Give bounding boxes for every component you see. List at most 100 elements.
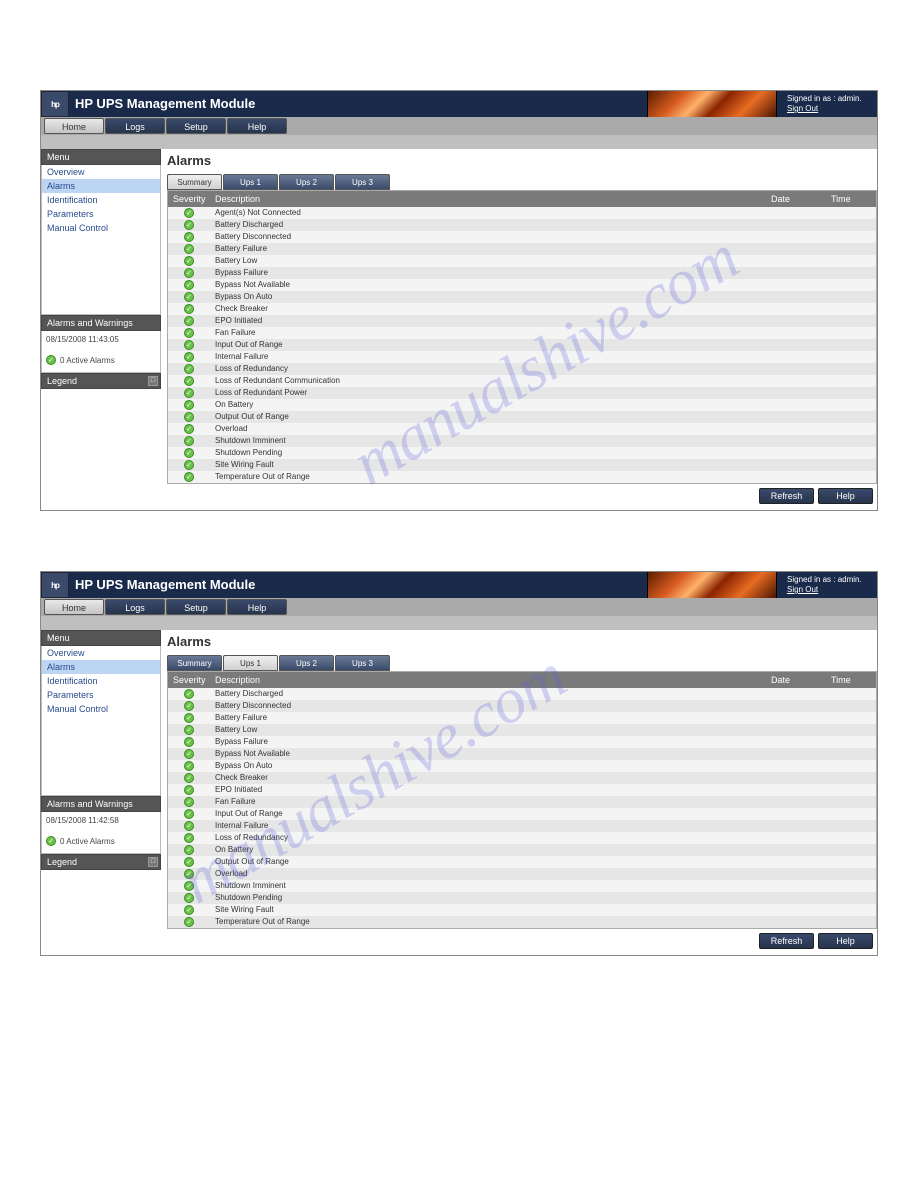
alarm-row[interactable]: ✓Battery Disconnected [168, 700, 876, 712]
nav-tab-help[interactable]: Help [227, 599, 287, 615]
signout-link[interactable]: Sign Out [787, 104, 867, 114]
alarm-row[interactable]: ✓On Battery [168, 844, 876, 856]
legend-header[interactable]: Legend□ [41, 373, 161, 389]
legend-header[interactable]: Legend□ [41, 854, 161, 870]
date-cell [766, 231, 826, 243]
description-cell: Battery Failure [210, 243, 766, 255]
alarm-row[interactable]: ✓Battery Failure [168, 243, 876, 255]
help-button[interactable]: Help [818, 488, 873, 504]
alarm-row[interactable]: ✓Agent(s) Not Connected [168, 207, 876, 219]
alarm-row[interactable]: ✓Bypass Failure [168, 267, 876, 279]
alarm-row[interactable]: ✓Overload [168, 423, 876, 435]
alarm-row[interactable]: ✓Input Out of Range [168, 808, 876, 820]
refresh-button[interactable]: Refresh [759, 488, 814, 504]
alarm-row[interactable]: ✓Fan Failure [168, 327, 876, 339]
signout-link[interactable]: Sign Out [787, 585, 867, 595]
menu-item-parameters[interactable]: Parameters [42, 207, 160, 221]
alarm-row[interactable]: ✓Output Out of Range [168, 411, 876, 423]
alarm-row[interactable]: ✓Battery Low [168, 255, 876, 267]
alarm-row[interactable]: ✓Bypass On Auto [168, 760, 876, 772]
menu-item-identification[interactable]: Identification [42, 193, 160, 207]
help-button[interactable]: Help [818, 933, 873, 949]
ok-icon: ✓ [184, 797, 194, 807]
alarm-row[interactable]: ✓Internal Failure [168, 820, 876, 832]
severity-cell: ✓ [168, 724, 210, 736]
alarm-row[interactable]: ✓Shutdown Pending [168, 892, 876, 904]
time-cell [826, 868, 876, 880]
subtab-ups-3[interactable]: Ups 3 [335, 655, 390, 671]
alarm-row[interactable]: ✓ Fan Failure [168, 796, 876, 808]
alarm-row[interactable]: ✓Bypass On Auto [168, 291, 876, 303]
alarm-row[interactable]: ✓Shutdown Pending [168, 447, 876, 459]
subtab-summary[interactable]: Summary [167, 174, 222, 190]
alarm-row[interactable]: ✓Loss of Redundant Communication [168, 375, 876, 387]
menu-item-alarms[interactable]: Alarms [42, 179, 160, 193]
alarm-row[interactable]: ✓Check Breaker [168, 303, 876, 315]
description-cell: Fan Failure [210, 327, 766, 339]
severity-cell: ✓ [168, 375, 210, 387]
alarm-row[interactable]: ✓On Battery [168, 399, 876, 411]
menu-item-manual-control[interactable]: Manual Control [42, 702, 160, 716]
expand-icon[interactable]: □ [148, 376, 158, 386]
alarm-row[interactable]: ✓Bypass Not Available [168, 279, 876, 291]
nav-tab-home[interactable]: Home [44, 599, 104, 615]
subtab-ups-3[interactable]: Ups 3 [335, 174, 390, 190]
alarm-row[interactable]: ✓Battery Discharged [168, 219, 876, 231]
subtab-ups-2[interactable]: Ups 2 [279, 174, 334, 190]
alarm-row[interactable]: ✓Output Out of Range [168, 856, 876, 868]
nav-tab-home[interactable]: Home [44, 118, 104, 134]
date-cell [766, 291, 826, 303]
alarm-row[interactable]: ✓Shutdown Imminent [168, 880, 876, 892]
refresh-button[interactable]: Refresh [759, 933, 814, 949]
subtab-ups-2[interactable]: Ups 2 [279, 655, 334, 671]
menu-item-alarms[interactable]: Alarms [42, 660, 160, 674]
expand-icon[interactable]: □ [148, 857, 158, 867]
subtab-ups-1[interactable]: Ups 1 [223, 655, 278, 671]
page-title: Alarms [167, 149, 877, 174]
alarm-row[interactable]: ✓EPO Initiated [168, 784, 876, 796]
severity-cell: ✓ [168, 447, 210, 459]
alarm-row[interactable]: ✓Bypass Not Available [168, 748, 876, 760]
nav-tab-logs[interactable]: Logs [105, 599, 165, 615]
alarm-row[interactable]: ✓Shutdown Imminent [168, 435, 876, 447]
alarm-row[interactable]: ✓Internal Failure [168, 351, 876, 363]
nav-tab-logs[interactable]: Logs [105, 118, 165, 134]
alarm-row[interactable]: ✓EPO Initiated [168, 315, 876, 327]
description-cell: Check Breaker [210, 303, 766, 315]
description-cell: Battery Disconnected [210, 700, 766, 712]
alarm-row[interactable]: ✓Loss of Redundancy [168, 832, 876, 844]
alarm-row[interactable]: ✓Check Breaker [168, 772, 876, 784]
menu-item-parameters[interactable]: Parameters [42, 688, 160, 702]
alarm-row[interactable]: ✓Input Out of Range [168, 339, 876, 351]
severity-cell: ✓ [168, 916, 210, 928]
subtab-summary[interactable]: Summary [167, 655, 222, 671]
nav-tab-help[interactable]: Help [227, 118, 287, 134]
menu-item-manual-control[interactable]: Manual Control [42, 221, 160, 235]
subtabs: SummaryUps 1Ups 2Ups 3 [167, 174, 877, 190]
col-severity: Severity [168, 672, 210, 688]
alarm-row[interactable]: ✓Bypass Failure [168, 736, 876, 748]
alarm-row[interactable]: ✓Loss of Redundant Power [168, 387, 876, 399]
ok-icon: ✓ [184, 412, 194, 422]
time-cell [826, 820, 876, 832]
time-cell [826, 808, 876, 820]
subtab-ups-1[interactable]: Ups 1 [223, 174, 278, 190]
nav-tab-setup[interactable]: Setup [166, 118, 226, 134]
sidebar: MenuOverviewAlarmsIdentificationParamete… [41, 149, 161, 389]
alarm-row[interactable]: ✓Site Wiring Fault [168, 459, 876, 471]
alarm-row[interactable]: ✓Battery Disconnected [168, 231, 876, 243]
menu-item-overview[interactable]: Overview [42, 646, 160, 660]
nav-tab-setup[interactable]: Setup [166, 599, 226, 615]
alarm-row[interactable]: ✓Battery Discharged [168, 688, 876, 700]
alarm-row[interactable]: ✓Overload [168, 868, 876, 880]
alarm-row[interactable]: ✓Battery Failure [168, 712, 876, 724]
time-cell [826, 736, 876, 748]
alarm-row[interactable]: ✓Battery Low [168, 724, 876, 736]
menu-item-overview[interactable]: Overview [42, 165, 160, 179]
description-cell: Fan Failure [210, 796, 766, 808]
menu-item-identification[interactable]: Identification [42, 674, 160, 688]
alarm-row[interactable]: ✓Temperature Out of Range [168, 916, 876, 928]
alarm-row[interactable]: ✓Site Wiring Fault [168, 904, 876, 916]
alarm-row[interactable]: ✓Temperature Out of Range [168, 471, 876, 483]
alarm-row[interactable]: ✓Loss of Redundancy [168, 363, 876, 375]
